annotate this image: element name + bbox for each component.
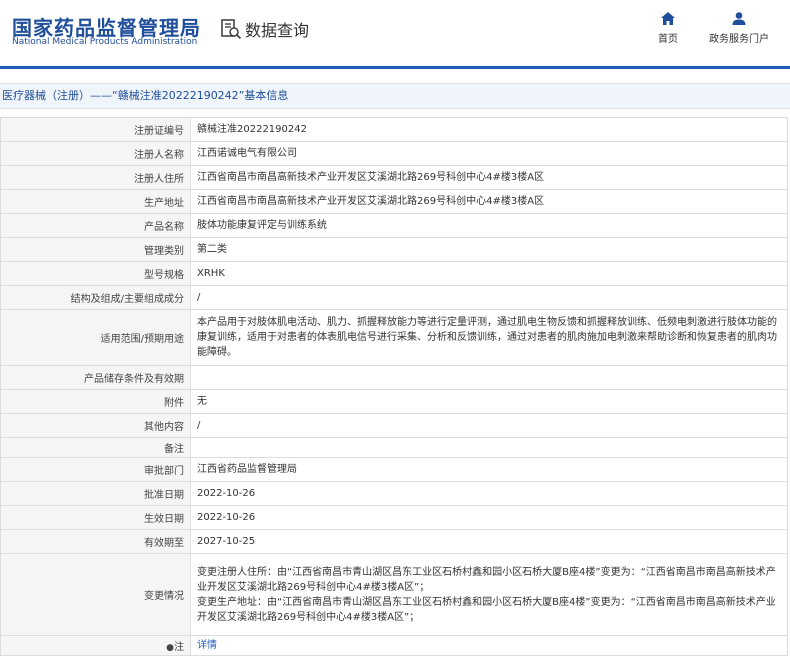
site-header: 国家药品监督管理局 National Medical Products Admi… <box>0 0 790 66</box>
site-logo-en[interactable]: National Medical Products Administration <box>12 37 197 47</box>
row-label: 备注 <box>0 437 191 458</box>
row-value: 2027-10-25 <box>190 529 788 554</box>
row-label: 注册证编号 <box>0 117 191 142</box>
table-row: ●注 详情 <box>0 635 788 656</box>
table-row: 生产地址 江西省南昌市南昌高新技术产业开发区艾溪湖北路269号科创中心4#楼3楼… <box>0 189 788 214</box>
data-query-label: 数据查询 <box>245 21 310 40</box>
row-label: 附件 <box>0 389 191 414</box>
row-value: 本产品用于对肢体肌电活动、肌力、抓握释放能力等进行定量评测，通过肌电生物反馈和抓… <box>190 309 788 366</box>
row-value: 2022-10-26 <box>190 505 788 530</box>
row-value: 2022-10-26 <box>190 481 788 506</box>
pin-icon: ● <box>166 643 174 653</box>
table-row: 附件 无 <box>0 389 788 414</box>
table-row: 其他内容 / <box>0 413 788 438</box>
table-row: 注册证编号 赣械注准20222190242 <box>0 117 788 142</box>
row-label: 型号规格 <box>0 261 191 286</box>
row-value <box>190 437 788 458</box>
document-search-icon <box>221 19 242 40</box>
user-icon <box>732 12 746 25</box>
row-value: 江西省南昌市南昌高新技术产业开发区艾溪湖北路269号科创中心4#楼3楼A区 <box>190 165 788 190</box>
table-row: 结构及组成/主要组成成分 / <box>0 285 788 310</box>
nav-home[interactable]: 首页 <box>656 12 680 45</box>
nav-gov-label: 政务服务门户 <box>709 34 769 45</box>
row-label: 变更情况 <box>0 553 191 636</box>
table-row: 变更情况 变更注册人住所：由“江西省南昌市青山湖区昌东工业区石桥村鑫和园小区石桥… <box>0 553 788 636</box>
row-label-note: ●注 <box>0 635 191 656</box>
row-label: 产品名称 <box>0 213 191 238</box>
table-row: 生效日期 2022-10-26 <box>0 505 788 530</box>
row-label: 注册人名称 <box>0 141 191 166</box>
row-label: 产品储存条件及有效期 <box>0 365 191 390</box>
breadcrumb: 医疗器械（注册）——“赣械注准20222190242”基本信息 <box>0 83 790 109</box>
row-value: / <box>190 285 788 310</box>
row-label: 其他内容 <box>0 413 191 438</box>
table-row: 适用范围/预期用途 本产品用于对肢体肌电活动、肌力、抓握释放能力等进行定量评测，… <box>0 309 788 366</box>
row-value: 肢体功能康复评定与训练系统 <box>190 213 788 238</box>
row-label: 批准日期 <box>0 481 191 506</box>
row-value: 江西省药品监督管理局 <box>190 457 788 482</box>
breadcrumb-text: 医疗器械（注册）——“赣械注准20222190242”基本信息 <box>2 89 289 102</box>
row-label: 有效期至 <box>0 529 191 554</box>
row-value: 赣械注准20222190242 <box>190 117 788 142</box>
row-label: 注册人住所 <box>0 165 191 190</box>
row-value: / <box>190 413 788 438</box>
nav-home-label: 首页 <box>658 34 678 45</box>
table-row: 有效期至 2027-10-25 <box>0 529 788 554</box>
detail-table: 注册证编号 赣械注准20222190242 注册人名称 江西诺诚电气有限公司 注… <box>0 117 788 656</box>
header-divider <box>0 66 790 69</box>
table-row: 产品储存条件及有效期 <box>0 365 788 390</box>
table-row: 注册人名称 江西诺诚电气有限公司 <box>0 141 788 166</box>
table-row: 注册人住所 江西省南昌市南昌高新技术产业开发区艾溪湖北路269号科创中心4#楼3… <box>0 165 788 190</box>
table-row: 批准日期 2022-10-26 <box>0 481 788 506</box>
data-query-title[interactable]: 数据查询 <box>220 17 309 41</box>
row-value: XRHK <box>190 261 788 286</box>
row-label: 适用范围/预期用途 <box>0 309 191 366</box>
row-label-text: 注 <box>174 642 184 653</box>
row-value: 江西诺诚电气有限公司 <box>190 141 788 166</box>
table-row: 备注 <box>0 437 788 458</box>
change-line: 变更注册人住所：由“江西省南昌市青山湖区昌东工业区石桥村鑫和园小区石桥大厦B座4… <box>197 566 776 593</box>
row-label: 生产地址 <box>0 189 191 214</box>
row-label: 审批部门 <box>0 457 191 482</box>
row-value <box>190 365 788 390</box>
change-line: 变更生产地址：由“江西省南昌市青山湖区昌东工业区石桥村鑫和园小区石桥大厦B座4楼… <box>197 596 776 623</box>
change-history: 变更注册人住所：由“江西省南昌市青山湖区昌东工业区石桥村鑫和园小区石桥大厦B座4… <box>190 553 788 636</box>
row-value: 江西省南昌市南昌高新技术产业开发区艾溪湖北路269号科创中心4#楼3楼A区 <box>190 189 788 214</box>
table-row: 管理类别 第二类 <box>0 237 788 262</box>
row-label: 生效日期 <box>0 505 191 530</box>
row-label: 结构及组成/主要组成成分 <box>0 285 191 310</box>
details-link[interactable]: 详情 <box>197 640 217 651</box>
row-value: 第二类 <box>190 237 788 262</box>
table-row: 型号规格 XRHK <box>0 261 788 286</box>
table-row: 审批部门 江西省药品监督管理局 <box>0 457 788 482</box>
row-value: 详情 <box>190 635 788 656</box>
home-icon <box>661 12 675 25</box>
row-value: 无 <box>190 389 788 414</box>
row-label: 管理类别 <box>0 237 191 262</box>
nav-gov-portal[interactable]: 政务服务门户 <box>708 12 770 45</box>
table-row: 产品名称 肢体功能康复评定与训练系统 <box>0 213 788 238</box>
